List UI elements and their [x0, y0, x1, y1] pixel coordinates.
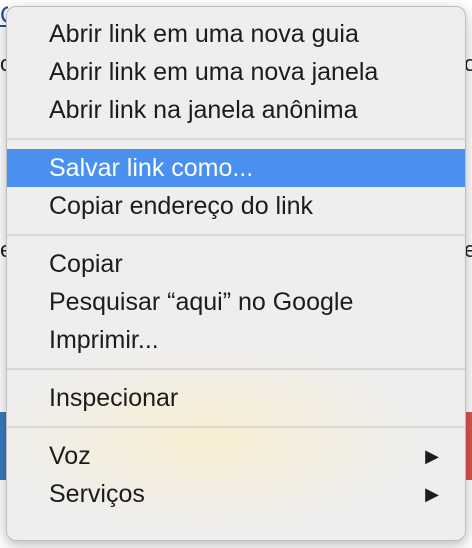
menu-item-services[interactable]: Serviços ▶ [7, 475, 465, 513]
menu-item-copy-link-address[interactable]: Copiar endereço do link [7, 187, 465, 225]
menu-separator [7, 129, 465, 149]
submenu-arrow-icon: ▶ [425, 484, 439, 504]
menu-item-save-link-as[interactable]: Salvar link como... [7, 149, 465, 187]
menu-item-print[interactable]: Imprimir... [7, 321, 465, 359]
context-menu-list: Abrir link em uma nova guia Abrir link e… [7, 7, 465, 513]
submenu-arrow-icon: ▶ [425, 446, 439, 466]
menu-separator [7, 417, 465, 437]
menu-separator [7, 359, 465, 379]
menu-item-inspect[interactable]: Inspecionar [7, 379, 465, 417]
menu-item-open-link-new-window[interactable]: Abrir link em uma nova janela [7, 53, 465, 91]
context-menu: Abrir link em uma nova guia Abrir link e… [6, 6, 466, 541]
menu-item-copy[interactable]: Copiar [7, 245, 465, 283]
menu-item-search-google[interactable]: Pesquisar “aqui” no Google [7, 283, 465, 321]
menu-separator [7, 225, 465, 245]
menu-item-label: Serviços [49, 480, 145, 508]
menu-item-voice[interactable]: Voz ▶ [7, 437, 465, 475]
menu-item-open-link-incognito[interactable]: Abrir link na janela anônima [7, 91, 465, 129]
menu-item-label: Voz [49, 442, 91, 470]
menu-item-open-link-new-tab[interactable]: Abrir link em uma nova guia [7, 15, 465, 53]
